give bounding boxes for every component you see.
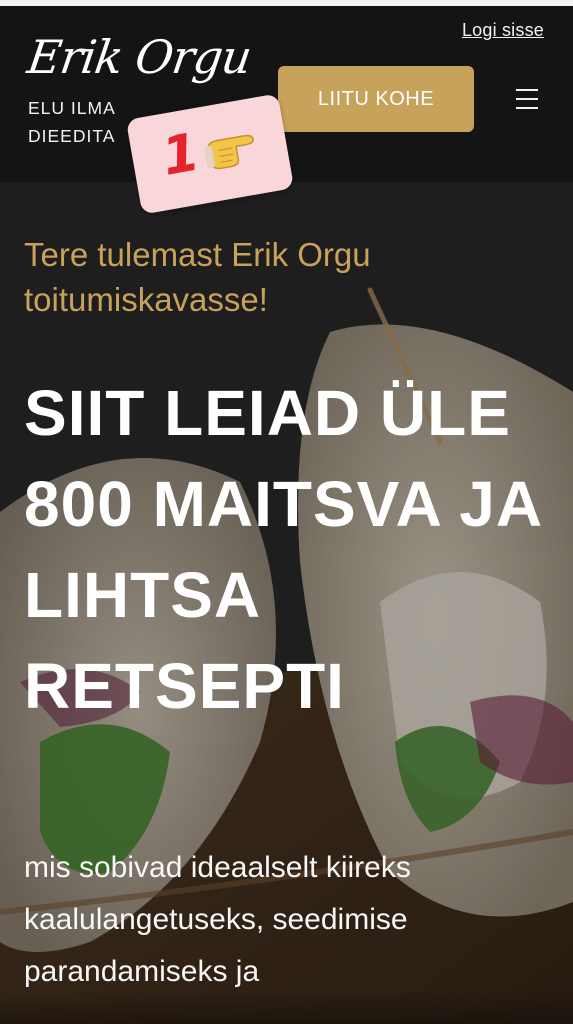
- logo-name: Erik Orgu: [24, 30, 255, 84]
- join-now-button[interactable]: LIITU KOHE: [278, 66, 474, 132]
- welcome-text: Tere tulemast Erik Orgu toitumiskavasse!: [24, 236, 371, 318]
- hamburger-menu-icon[interactable]: [516, 89, 538, 109]
- bottom-fade: [0, 990, 573, 1024]
- login-link[interactable]: Logi sisse: [462, 20, 544, 41]
- menu-bar: [516, 89, 538, 91]
- hero-headline: SIIT LEIAD ÜLE 800 MAITSVA JA LIHTSA RET…: [24, 377, 541, 722]
- hero-subtext: mis sobivad ideaalselt kiireks kaalulang…: [24, 851, 411, 988]
- menu-bar: [516, 98, 538, 100]
- menu-bar: [516, 107, 538, 109]
